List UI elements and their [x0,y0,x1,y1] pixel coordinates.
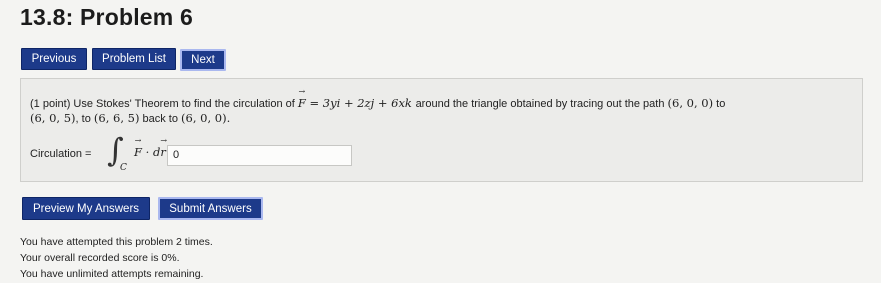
point-1: (6, 0, 0) [667,96,714,110]
point-2: (6, 0, 5) [30,111,76,125]
vector-field: F = 3yi + 2zj + 6xk [298,87,416,110]
problem-panel: (1 point) Use Stokes' Theorem to find th… [20,78,863,182]
back-text: back to [142,113,178,125]
preview-answers-button[interactable]: Preview My Answers [22,197,150,220]
integral-subscript: C [120,163,127,173]
point-4: (6, 0, 0). [181,111,231,125]
field-equation: = 3yi + 2zj + 6xk [309,96,412,110]
score-text: Your overall recorded score is 0%. [20,252,180,264]
answer-input[interactable]: 0 [167,145,352,166]
problem-intro: (1 point) Use Stokes' Theorem to find th… [30,98,295,110]
remaining-attempts-text: You have unlimited attempts remaining. [20,268,204,280]
problem-middle-text: around the triangle obtained by tracing … [415,98,665,110]
problem-statement-line-2: (6, 0, 5), to (6, 6, 5) back to (6, 0, 0… [30,111,230,125]
point-3: (6, 6, 5) [93,111,140,125]
to-text-2: , to [75,113,91,125]
to-text-1: to [716,98,726,110]
next-button[interactable]: Next [180,49,226,71]
attempts-text: You have attempted this problem 2 times. [20,236,213,248]
field-name: F [298,87,306,110]
circulation-label: Circulation = [30,148,92,160]
page-title: 13.8: Problem 6 [20,4,194,30]
problem-statement-line-1: (1 point) Use Stokes' Theorem to find th… [30,87,726,110]
problem-list-button[interactable]: Problem List [92,48,176,70]
submit-answers-button[interactable]: Submit Answers [158,197,263,220]
previous-button[interactable]: Previous [21,48,87,70]
